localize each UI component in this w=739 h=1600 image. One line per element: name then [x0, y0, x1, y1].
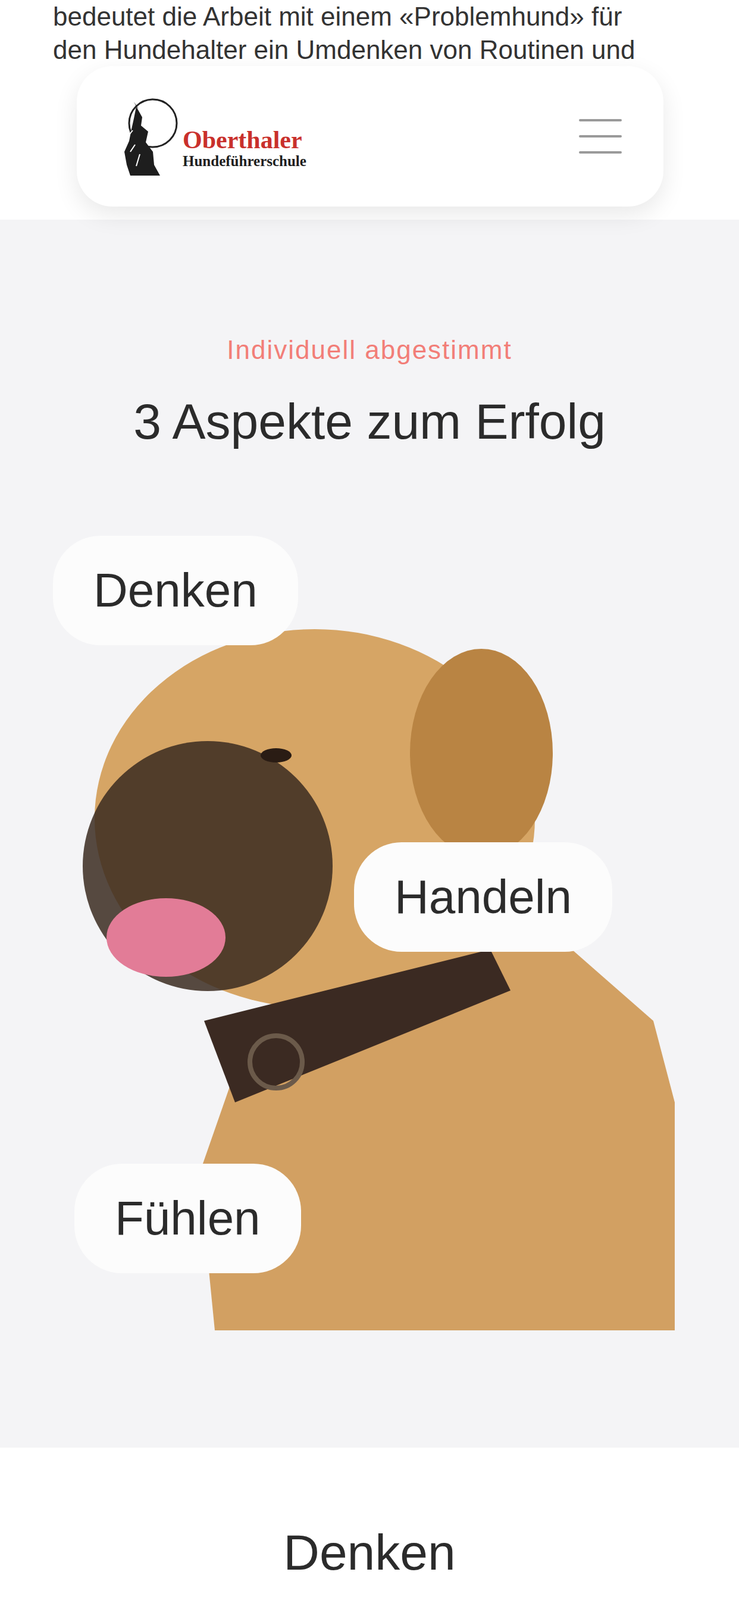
aspects-section: Individuell abgestimmt 3 Aspekte zum Erf…	[0, 219, 739, 1448]
menu-button[interactable]	[578, 119, 622, 154]
intro-text: bedeutet die Arbeit mit einem «Problemhu…	[52, 0, 704, 34]
logo[interactable]: Oberthaler Hundeführerschule	[118, 94, 307, 178]
intro-text: den Hundehalter ein Umdenken von Routine…	[52, 33, 704, 67]
site-header: Oberthaler Hundeführerschule	[76, 66, 664, 207]
section-eyebrow: Individuell abgestimmt	[226, 332, 512, 368]
logo-title: Oberthaler	[182, 126, 307, 153]
aspect-label[interactable]: Fühlen	[74, 1163, 302, 1273]
page: bedeutet die Arbeit mit einem «Problemhu…	[0, 0, 739, 1600]
logo-subtitle: Hundeführerschule	[182, 152, 307, 170]
wolf-logo-icon	[118, 94, 181, 178]
aspect-label[interactable]: Handeln	[354, 841, 613, 952]
next-section: Denken	[0, 1447, 739, 1600]
aspect-label[interactable]: Denken	[52, 535, 299, 645]
section-title: 3 Aspekte zum Erfolg	[133, 390, 606, 453]
next-section-title: Denken	[283, 1520, 456, 1583]
hamburger-icon	[578, 119, 622, 154]
aspects-figure: Denken Handeln Fühlen	[52, 535, 675, 1330]
